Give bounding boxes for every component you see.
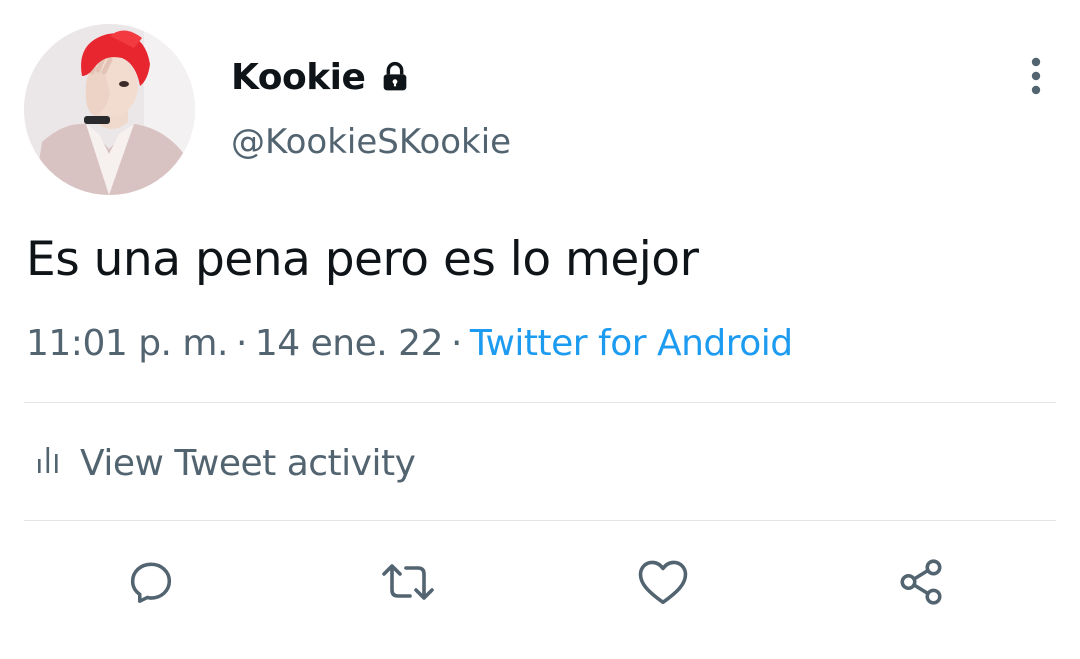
author-name-row: Kookie [231, 52, 411, 102]
reply-button[interactable] [121, 552, 181, 612]
more-vertical-icon[interactable] [1016, 56, 1056, 96]
meta-separator: · [235, 323, 247, 364]
avatar-image [24, 24, 195, 195]
view-tweet-activity-button[interactable]: View Tweet activity [36, 438, 416, 488]
tweet-text: Es una pena pero es lo mejor [26, 232, 699, 287]
bar-chart-icon [36, 443, 60, 484]
avatar[interactable] [24, 24, 195, 195]
reply-icon [126, 557, 176, 607]
divider [24, 520, 1056, 521]
lock-icon [379, 61, 411, 93]
tweet-source-link[interactable]: Twitter for Android [470, 323, 793, 364]
tweet-time: 11:01 p. m. [26, 323, 228, 364]
tweet-meta: 11:01 p. m. · 14 ene. 22 · Twitter for Andro… [26, 320, 793, 368]
like-button[interactable] [633, 552, 693, 612]
share-button[interactable] [891, 552, 951, 612]
tweet-actions-bar [0, 552, 1080, 612]
author-handle[interactable]: @KookieSKookie [231, 122, 511, 162]
retweet-icon [378, 557, 438, 607]
heart-icon [636, 557, 690, 607]
meta-separator: · [450, 323, 462, 364]
divider [24, 402, 1056, 403]
tweet-date: 14 ene. 22 [254, 323, 444, 364]
retweet-button[interactable] [378, 552, 438, 612]
author-display-name[interactable]: Kookie [231, 57, 366, 98]
view-tweet-activity-label: View Tweet activity [80, 442, 416, 484]
share-icon [896, 557, 946, 607]
